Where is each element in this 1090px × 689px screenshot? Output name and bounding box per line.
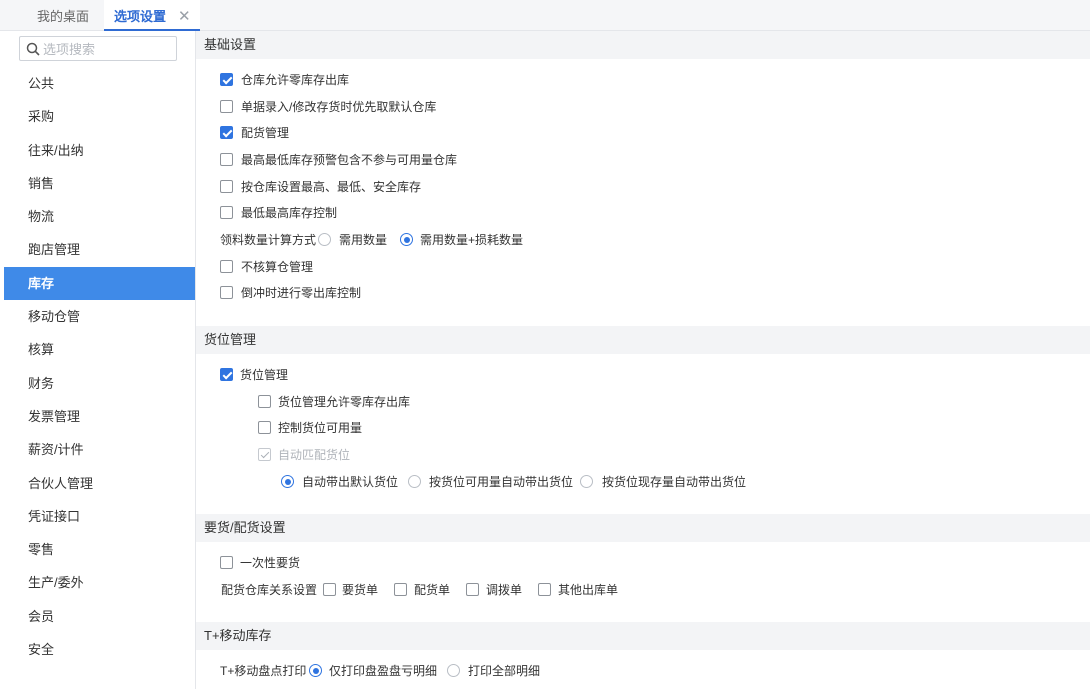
checkbox[interactable] <box>220 286 233 299</box>
option-label: 货位管理 <box>240 368 289 382</box>
sidebar-item-logistics[interactable]: 物流 <box>0 200 195 233</box>
relation-label: 配货仓库关系设置 <box>221 583 318 597</box>
radio[interactable] <box>400 233 413 246</box>
option-label: 控制货位可用量 <box>278 421 363 435</box>
checkbox[interactable] <box>323 583 336 596</box>
sidebar-item-sales[interactable]: 销售 <box>0 167 195 200</box>
tab-label: 选项设置 <box>114 9 167 24</box>
settings-panel: 基础设置 仓库允许零库存出库 单据录入/修改存货时优先取默认仓库 配货管理 最高… <box>196 31 1090 689</box>
option-label[interactable]: 配货单 <box>414 580 450 600</box>
tab-bar: 我的桌面 选项设置 ✕ <box>0 0 1090 31</box>
search-input[interactable] <box>43 40 171 58</box>
option-label: 最低最高库存控制 <box>241 206 338 220</box>
tab-my-desktop[interactable]: 我的桌面 <box>37 0 89 31</box>
checkbox-disabled <box>258 448 271 461</box>
radio[interactable] <box>447 664 460 677</box>
checkbox[interactable] <box>220 126 233 139</box>
checkbox[interactable] <box>220 206 233 219</box>
checkbox[interactable] <box>220 153 233 166</box>
sidebar-item-retail[interactable]: 零售 <box>0 533 195 566</box>
sidebar-item-partner[interactable]: 合伙人管理 <box>0 467 195 500</box>
sidebar-item-store-visit[interactable]: 跑店管理 <box>0 233 195 266</box>
radio-label[interactable]: 需用数量+损耗数量 <box>420 230 523 250</box>
radio[interactable] <box>580 475 593 488</box>
checkbox[interactable] <box>466 583 479 596</box>
close-icon[interactable]: ✕ <box>178 0 191 34</box>
sidebar-item-purchase[interactable]: 采购 <box>0 100 195 133</box>
checkbox[interactable] <box>220 368 233 381</box>
calc-method-label: 领料数量计算方式 <box>220 233 317 247</box>
radio[interactable] <box>318 233 331 246</box>
radio-label[interactable]: 打印全部明细 <box>468 661 540 681</box>
option-label: 仓库允许零库存出库 <box>241 73 350 87</box>
sidebar-item-inventory[interactable]: 库存 <box>4 266 195 301</box>
radio-label[interactable]: 按货位现存量自动带出货位 <box>602 472 746 492</box>
checkbox[interactable] <box>258 421 271 434</box>
radio-label[interactable]: 仅打印盘盈盘亏明细 <box>329 661 437 681</box>
radio-label[interactable]: 需用数量 <box>339 230 387 250</box>
checkbox[interactable] <box>220 73 233 86</box>
sidebar-item-costing[interactable]: 核算 <box>0 333 195 366</box>
sidebar-item-payroll[interactable]: 薪资/计件 <box>0 433 195 466</box>
radio-label[interactable]: 自动带出默认货位 <box>302 472 398 492</box>
option-label[interactable]: 调拨单 <box>486 580 522 600</box>
sidebar-item-security[interactable]: 安全 <box>0 633 195 666</box>
option-label: 货位管理允许零库存出库 <box>278 395 411 409</box>
option-label: 自动匹配货位 <box>278 448 351 462</box>
option-label[interactable]: 要货单 <box>342 580 378 600</box>
option-label: 单据录入/修改存货时优先取默认仓库 <box>241 100 437 114</box>
checkbox[interactable] <box>220 556 233 569</box>
option-label: 配货管理 <box>241 126 290 140</box>
option-label[interactable]: 其他出库单 <box>558 580 618 600</box>
search-box <box>19 36 177 61</box>
radio[interactable] <box>281 475 294 488</box>
radio[interactable] <box>309 664 322 677</box>
section-title-distribution: 要货/配货设置 <box>196 514 1090 542</box>
option-label: 最高最低库存预警包含不参与可用量仓库 <box>241 153 458 167</box>
sidebar-item-production[interactable]: 生产/委外 <box>0 566 195 599</box>
sidebar-item-finance[interactable]: 财务 <box>0 367 195 400</box>
sidebar-nav: 公共 采购 往来/出纳 销售 物流 跑店管理 库存 移动仓管 核算 财务 发票管… <box>0 67 195 666</box>
option-label: 按仓库设置最高、最低、安全库存 <box>241 180 422 194</box>
option-label: 一次性要货 <box>240 556 301 570</box>
checkbox[interactable] <box>220 260 233 273</box>
sidebar-item-accounts[interactable]: 往来/出纳 <box>0 134 195 167</box>
checkbox[interactable] <box>538 583 551 596</box>
radio-label[interactable]: 按货位可用量自动带出货位 <box>429 472 573 492</box>
checkbox[interactable] <box>258 395 271 408</box>
checkbox[interactable] <box>220 100 233 113</box>
section-title-mobile: T+移动库存 <box>196 622 1090 650</box>
sidebar-item-invoice[interactable]: 发票管理 <box>0 400 195 433</box>
checkbox[interactable] <box>220 180 233 193</box>
sidebar-item-member[interactable]: 会员 <box>0 600 195 633</box>
sidebar: 公共 采购 往来/出纳 销售 物流 跑店管理 库存 移动仓管 核算 财务 发票管… <box>0 31 196 689</box>
tab-options-settings[interactable]: 选项设置 ✕ <box>104 0 200 31</box>
checkbox[interactable] <box>394 583 407 596</box>
section-title-location: 货位管理 <box>196 326 1090 354</box>
option-label: 不核算仓管理 <box>241 260 314 274</box>
option-label: 倒冲时进行零出库控制 <box>241 286 362 300</box>
section-title-basic: 基础设置 <box>196 31 1090 59</box>
sidebar-item-voucher[interactable]: 凭证接口 <box>0 500 195 533</box>
print-label: T+移动盘点打印 <box>220 664 307 678</box>
radio[interactable] <box>408 475 421 488</box>
sidebar-item-public[interactable]: 公共 <box>0 67 195 100</box>
search-icon <box>26 42 40 56</box>
sidebar-item-mobile-warehouse[interactable]: 移动仓管 <box>0 300 195 333</box>
